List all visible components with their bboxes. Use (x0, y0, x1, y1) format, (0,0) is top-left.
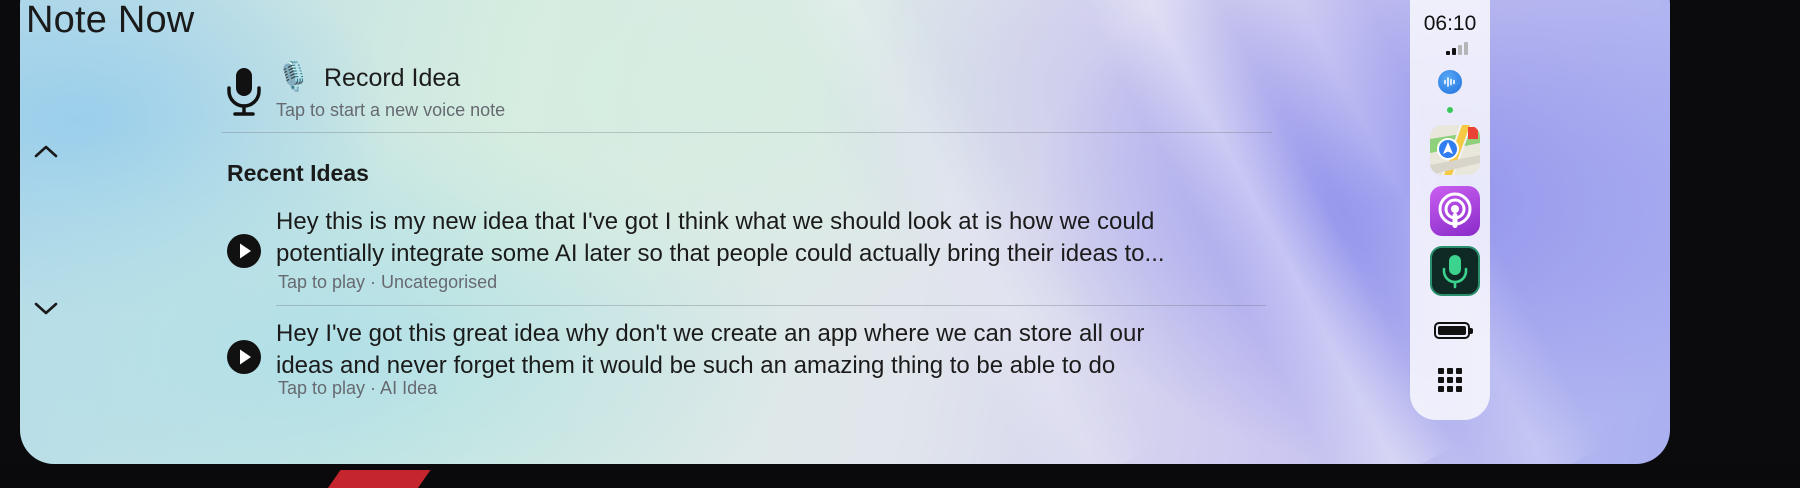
divider (222, 132, 1272, 133)
scroll-up-button[interactable] (30, 135, 62, 167)
idea-list-item[interactable]: Hey I've got this great idea why don't w… (226, 318, 1286, 400)
note-now-icon[interactable] (1430, 246, 1480, 296)
chevron-down-icon (34, 302, 58, 315)
play-icon (227, 234, 261, 268)
bottom-bezel (0, 464, 1800, 488)
app-title: Note Now (26, 0, 195, 41)
clock: 06:10 (1423, 12, 1477, 35)
cellular-signal-icon (1446, 42, 1468, 55)
carplay-dock: 06:10 (1410, 0, 1490, 420)
siri-icon[interactable] (1438, 70, 1462, 94)
recent-ideas-heading: Recent Ideas (227, 160, 369, 186)
active-indicator (1447, 107, 1453, 113)
idea-transcript-line: potentially integrate some AI later so t… (276, 240, 1165, 267)
podcasts-icon[interactable] (1430, 186, 1480, 236)
battery-icon (1434, 322, 1473, 339)
idea-transcript-line: Hey I've got this great idea why don't w… (276, 320, 1145, 347)
idea-meta: Tap to play · AI Idea (278, 378, 438, 398)
scroll-down-button[interactable] (30, 292, 62, 324)
idea-meta: Tap to play · Uncategorised (278, 272, 498, 292)
idea-transcript-line: Hey this is my new idea that I've got I … (276, 208, 1155, 235)
maps-icon[interactable] (1430, 125, 1480, 175)
microphone-icon (227, 68, 261, 116)
chevron-up-icon (34, 145, 58, 158)
idea-list-item[interactable]: Hey this is my new idea that I've got I … (226, 206, 1286, 296)
app-grid-icon[interactable] (1438, 368, 1462, 392)
record-idea-button[interactable]: 🎙️ Record Idea Tap to start a new voice … (224, 60, 1274, 134)
carplay-screen: Note Now 🎙️ Record Idea Tap to start a n… (0, 0, 1800, 488)
studio-microphone-icon: 🎙️ (276, 61, 311, 92)
divider (276, 305, 1266, 306)
play-icon (227, 340, 261, 374)
record-idea-title: Record Idea (324, 64, 461, 92)
record-idea-subtitle: Tap to start a new voice note (276, 100, 506, 120)
idea-transcript: Hey this is my new idea that I've got I … (276, 206, 1276, 270)
idea-transcript: Hey I've got this great idea why don't w… (276, 318, 1276, 382)
waveform-icon (1444, 77, 1455, 87)
